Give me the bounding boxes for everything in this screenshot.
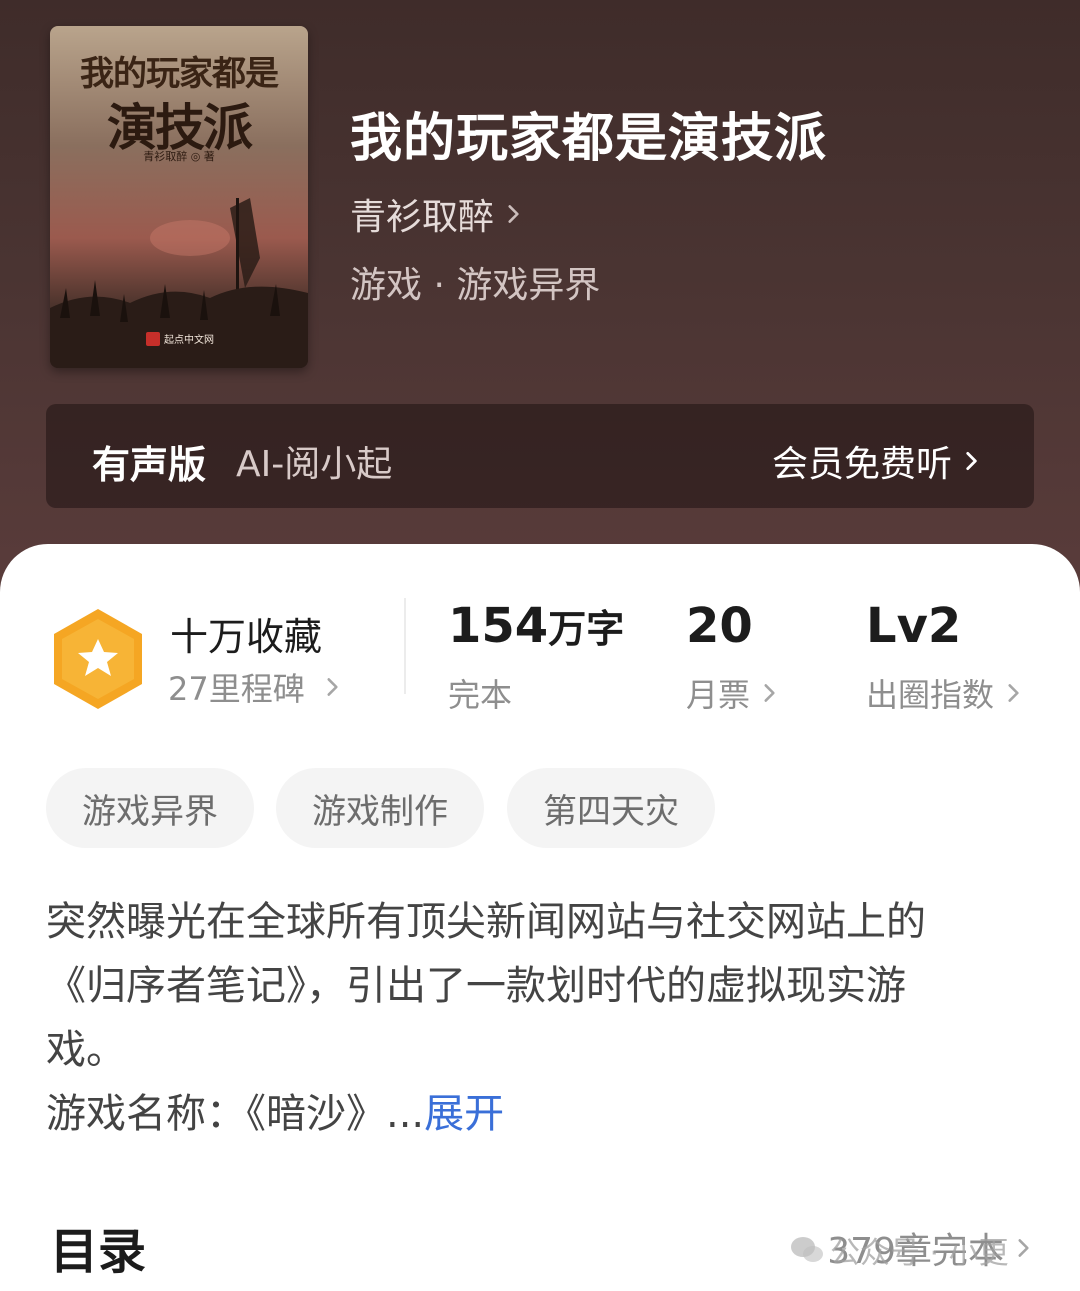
chevron-right-icon bbox=[1008, 684, 1019, 702]
audio-version-label: 有声版 bbox=[92, 443, 207, 487]
wechat-icon bbox=[791, 1237, 823, 1262]
word-count-unit: 万字 bbox=[548, 607, 625, 651]
milestone-label: 27里程碑 bbox=[168, 670, 305, 708]
popularity-level-value: Lv2 bbox=[866, 598, 962, 654]
collection-medal-icon bbox=[54, 609, 142, 709]
chevron-right-icon bbox=[1018, 1239, 1029, 1257]
member-free-listen-label: 会员免费听 bbox=[771, 444, 952, 485]
tag-chip[interactable]: 第四天灾 bbox=[507, 768, 715, 848]
author-link[interactable]: 青衫取醉 bbox=[350, 188, 526, 240]
member-free-listen-button[interactable]: 会员免费听 bbox=[772, 435, 984, 487]
collection-count: 十万收藏 bbox=[170, 615, 323, 659]
milestone-link[interactable]: 27里程碑 bbox=[168, 664, 345, 710]
cover-author: 青衫取醉 ◎ 著 bbox=[143, 150, 215, 163]
expand-synopsis-link[interactable]: 展开 bbox=[424, 1091, 504, 1137]
tag-chip[interactable]: 游戏异界 bbox=[46, 768, 254, 848]
word-count: 154万字 bbox=[448, 598, 624, 654]
synopsis-line: 游戏名称：《暗沙》... bbox=[46, 1091, 425, 1137]
completion-status: 完本 bbox=[448, 676, 513, 714]
book-cover[interactable]: 我的玩家都是 演技派 青衫取醉 ◎ 著 起点中文网 bbox=[50, 26, 308, 368]
chevron-right-icon bbox=[764, 684, 775, 702]
monthly-votes-label: 月票 bbox=[686, 676, 751, 714]
audio-version-bar[interactable]: 有声版 AI-阅小起 会员免费听 bbox=[46, 404, 1034, 508]
publisher-logo-icon bbox=[146, 331, 160, 346]
watermark: 公众号 · 小更 bbox=[790, 1228, 1009, 1272]
book-synopsis: 突然曝光在全球所有顶尖新闻网站与社交网站上的 《归序者笔记》，引出了一款划时代的… bbox=[46, 890, 1036, 1146]
book-title: 我的玩家都是演技派 bbox=[350, 108, 828, 169]
popularity-index-link[interactable]: 出圈指数 bbox=[866, 670, 1026, 716]
synopsis-line: 突然曝光在全球所有顶尖新闻网站与社交网站上的 bbox=[46, 899, 926, 945]
synopsis-line: 《归序者笔记》，引出了一款划时代的虚拟现实游 bbox=[46, 963, 906, 1009]
publisher-name: 起点中文网 bbox=[164, 335, 214, 346]
table-of-contents-title: 目录 bbox=[50, 1224, 147, 1280]
genre-label[interactable]: 游戏 · 游戏异界 bbox=[350, 256, 600, 308]
tag-chip[interactable]: 游戏制作 bbox=[276, 768, 484, 848]
word-count-value: 154 bbox=[448, 598, 549, 654]
synopsis-last-line: 游戏名称：《暗沙》...展开 bbox=[46, 1082, 1036, 1146]
cover-publisher: 起点中文网 bbox=[146, 331, 214, 346]
chevron-right-icon bbox=[327, 678, 338, 696]
stats-divider bbox=[404, 598, 406, 694]
chevron-right-icon bbox=[966, 452, 977, 470]
chevron-right-icon bbox=[508, 205, 519, 223]
monthly-votes-value: 20 bbox=[686, 598, 753, 654]
author-name: 青衫取醉 bbox=[350, 197, 495, 238]
watermark-text: 公众号 · 小更 bbox=[830, 1236, 1009, 1271]
popularity-index-label: 出圈指数 bbox=[866, 676, 995, 714]
synopsis-line: 戏。 bbox=[46, 1027, 126, 1073]
audio-narrator: AI-阅小起 bbox=[236, 444, 393, 485]
monthly-votes-link[interactable]: 月票 bbox=[686, 670, 782, 716]
